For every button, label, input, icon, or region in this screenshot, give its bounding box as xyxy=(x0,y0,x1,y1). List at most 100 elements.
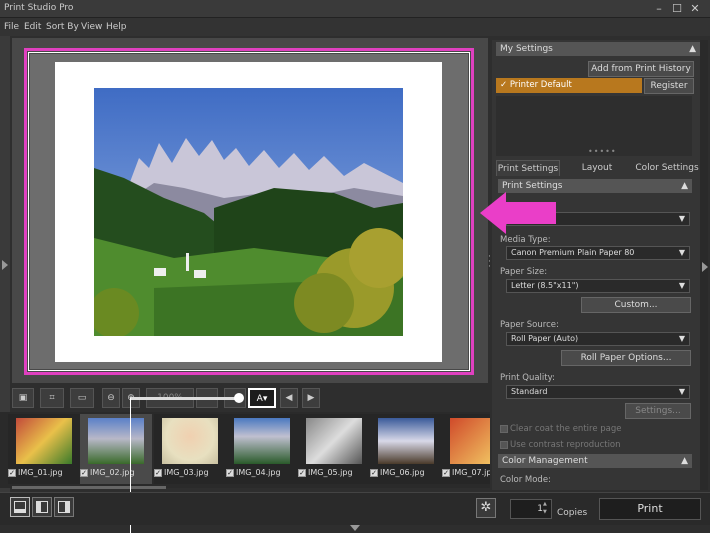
color-management-header[interactable]: Color Management ▲ xyxy=(498,454,692,468)
thumbnail-image xyxy=(16,418,72,464)
maximize-button[interactable]: ☐ xyxy=(670,2,684,16)
register-button[interactable]: Register xyxy=(644,78,694,94)
menu-view[interactable]: View xyxy=(81,22,102,32)
thumbnail-label: IMG_05.jpg xyxy=(308,468,353,477)
preview-photo[interactable] xyxy=(94,88,403,336)
thumbnail-label: IMG_07.jpg xyxy=(452,468,490,477)
checkbox-icon xyxy=(500,424,508,433)
next-page-icon[interactable]: ▶ xyxy=(302,388,320,408)
thumbnail[interactable]: ✓IMG_07.jpg xyxy=(442,414,490,484)
menu-bar: File Edit Sort By View Help xyxy=(0,18,710,36)
expand-right-icon[interactable] xyxy=(702,262,708,272)
image-menu-button[interactable]: ▣ xyxy=(12,388,34,408)
dropdown-icon: ▼ xyxy=(678,214,685,223)
expand-left-icon xyxy=(2,260,8,270)
printer-default-item[interactable]: ✓ Printer Default xyxy=(496,78,642,93)
panel-resize-handle[interactable]: · · · xyxy=(488,253,491,272)
thumbnail-label: IMG_04.jpg xyxy=(236,468,281,477)
fit-view-button[interactable]: ▭ xyxy=(70,388,94,408)
thumbnail[interactable]: ✓ IMG_05.jpg xyxy=(298,414,370,484)
color-management-title: Color Management xyxy=(502,456,588,466)
gear-icon[interactable]: ✲ xyxy=(476,498,496,518)
thumbnail-scrollbar[interactable] xyxy=(12,486,166,489)
print-quality-label: Print Quality: xyxy=(500,373,555,383)
my-settings-header[interactable]: My Settings ▲ xyxy=(496,42,700,56)
thumbnail-image xyxy=(88,418,144,464)
layout-left-panel-button[interactable] xyxy=(32,497,52,517)
zoom-out-icon[interactable]: ⊖ xyxy=(102,388,120,408)
add-from-history-button[interactable]: Add from Print History xyxy=(588,61,694,77)
contrast-label: Use contrast reproduction xyxy=(510,440,621,450)
title-bar: Print Studio Pro – ☐ ✕ xyxy=(0,0,710,18)
collapse-icon: ▲ xyxy=(681,456,688,466)
thumbnail-image xyxy=(306,418,362,464)
paper-size-value: Letter (8.5"x11") xyxy=(511,281,579,290)
media-type-label: Media Type: xyxy=(500,235,551,245)
print-quality-value: Standard xyxy=(511,387,548,396)
app-title: Print Studio Pro xyxy=(4,3,74,13)
dropdown-icon: ▼ xyxy=(678,281,685,290)
menu-file[interactable]: File xyxy=(4,22,19,32)
layout-single-button[interactable] xyxy=(10,497,30,517)
print-button[interactable]: Print xyxy=(599,498,701,520)
printer-default-label: Printer Default xyxy=(509,80,572,90)
preview-toolbar: ▣ ⌗ ▭ ⊖ ⊕ 100% A▾ ◀ ▶ xyxy=(10,388,490,410)
copies-label: Copies xyxy=(557,508,588,518)
dropdown-icon: ▼ xyxy=(678,387,685,396)
paper-source-value: Roll Paper (Auto) xyxy=(511,334,579,343)
media-type-select[interactable]: Canon Premium Plain Paper 80 ▼ xyxy=(506,246,690,260)
thumbnail-selected[interactable]: ✓ IMG_02.jpg xyxy=(80,414,152,484)
thumbnail-image xyxy=(162,418,218,464)
clear-coat-checkbox[interactable]: Clear coat the entire page xyxy=(500,424,621,434)
menu-help[interactable]: Help xyxy=(106,22,127,32)
settings-panel: My Settings ▲ Add from Print History ✓ Pr… xyxy=(492,40,702,490)
roll-paper-options-button[interactable]: Roll Paper Options... xyxy=(561,350,691,366)
zoom-slider-handle[interactable] xyxy=(234,393,244,403)
tab-print-settings[interactable]: Print Settings xyxy=(496,160,560,176)
thumbnail-image xyxy=(234,418,290,464)
thumbnail-label: IMG_02.jpg xyxy=(90,468,135,477)
splitter-handle[interactable]: ••••• xyxy=(588,147,616,156)
dropdown-icon: ▼ xyxy=(678,248,685,257)
expand-bottom-icon[interactable] xyxy=(350,525,360,531)
clear-coat-label: Clear coat the entire page xyxy=(510,424,622,434)
color-mode-label: Color Mode: xyxy=(500,475,551,485)
paper-size-select[interactable]: Letter (8.5"x11") ▼ xyxy=(506,279,690,293)
menu-sort-by[interactable]: Sort By xyxy=(46,22,79,32)
print-quality-select[interactable]: Standard ▼ xyxy=(506,385,690,399)
close-button[interactable]: ✕ xyxy=(688,2,702,16)
thumbnail[interactable]: ✓ IMG_01.jpg xyxy=(8,414,80,484)
layout-right-panel-button[interactable] xyxy=(54,497,74,517)
my-settings-title: My Settings xyxy=(500,44,553,54)
media-type-value: Canon Premium Plain Paper 80 xyxy=(511,248,635,257)
thumbnail[interactable]: ✓ IMG_04.jpg xyxy=(226,414,298,484)
tab-layout[interactable]: Layout xyxy=(562,160,632,176)
print-settings-header[interactable]: Print Settings ▲ xyxy=(498,179,692,193)
highlight-arrow-icon xyxy=(480,192,556,234)
menu-edit[interactable]: Edit xyxy=(24,22,41,32)
custom-button[interactable]: Custom... xyxy=(581,297,691,313)
previous-page-icon[interactable]: ◀ xyxy=(280,388,298,408)
quality-settings-button[interactable]: Settings... xyxy=(625,403,691,419)
tab-color-settings[interactable]: Color Settings xyxy=(634,160,700,176)
collapse-icon: ▲ xyxy=(681,181,688,191)
paper-size-label: Paper Size: xyxy=(500,267,548,277)
checkbox-icon xyxy=(500,440,508,449)
paper-source-label: Paper Source: xyxy=(500,320,559,330)
thumbnail-label: IMG_06.jpg xyxy=(380,468,425,477)
thumbnail-image xyxy=(450,418,490,464)
dropdown-icon: ▼ xyxy=(678,334,685,343)
paper-source-select[interactable]: Roll Paper (Auto) ▼ xyxy=(506,332,690,346)
minimize-button[interactable]: – xyxy=(652,2,666,16)
thumbnail-label: IMG_03.jpg xyxy=(164,468,209,477)
zoom-slider[interactable] xyxy=(130,397,240,400)
contrast-checkbox[interactable]: Use contrast reproduction xyxy=(500,440,621,450)
thumbnail[interactable]: ✓ IMG_03.jpg xyxy=(154,414,226,484)
text-insert-button[interactable]: A▾ xyxy=(248,388,276,408)
thumbnail-label: IMG_01.jpg xyxy=(18,468,63,477)
copies-stepper[interactable]: ▲ ▼ xyxy=(543,500,547,516)
crop-button[interactable]: ⌗ xyxy=(40,388,64,408)
print-settings-title: Print Settings xyxy=(502,181,563,191)
thumbnail[interactable]: ✓ IMG_06.jpg xyxy=(370,414,442,484)
collapse-icon: ▲ xyxy=(689,44,696,54)
